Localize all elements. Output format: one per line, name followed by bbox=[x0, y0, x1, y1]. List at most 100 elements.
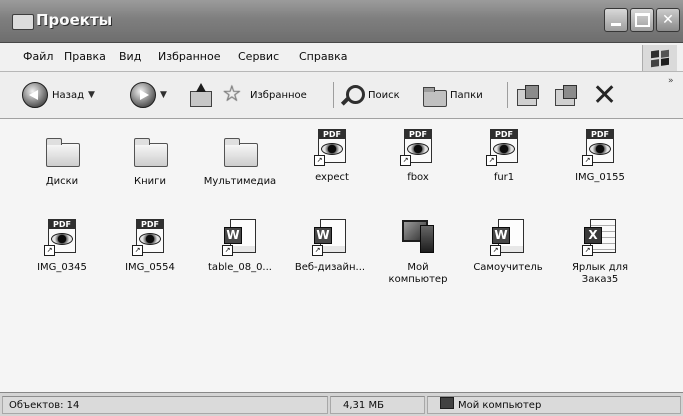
folder-icon bbox=[12, 14, 34, 30]
menu-edit[interactable]: Правка bbox=[64, 50, 106, 63]
explorer-window: Проекты ✕ Файл Правка Вид Избранное Серв… bbox=[0, 0, 683, 416]
word-shortcut-icon: ↗ bbox=[220, 217, 260, 257]
file-item[interactable]: ↗ Ярлык для Заказ5 bbox=[556, 217, 644, 286]
excel-shortcut-icon: ↗ bbox=[580, 217, 620, 257]
shortcut-arrow-icon: ↗ bbox=[314, 155, 325, 166]
menu-view[interactable]: Вид bbox=[119, 50, 141, 63]
file-item[interactable]: ↗ IMG_0554 bbox=[106, 217, 194, 274]
toolbar-separator bbox=[333, 82, 334, 108]
pdf-shortcut-icon: ↗ bbox=[484, 127, 524, 167]
folder-icon bbox=[42, 131, 82, 171]
up-folder-icon bbox=[188, 83, 212, 107]
status-size: 4,31 МБ bbox=[330, 396, 425, 414]
forward-arrow-icon bbox=[130, 82, 156, 108]
status-location-label: Мой компьютер bbox=[458, 400, 542, 411]
title-bar[interactable]: Проекты ✕ bbox=[0, 0, 683, 43]
up-folder-button[interactable] bbox=[188, 80, 212, 110]
folders-button[interactable]: Папки bbox=[422, 80, 483, 110]
windows-flag-icon bbox=[651, 48, 669, 68]
item-label: expect bbox=[315, 172, 349, 183]
chevron-down-icon[interactable]: ▼ bbox=[88, 90, 95, 100]
pdf-shortcut-icon: ↗ bbox=[312, 127, 352, 167]
back-label: Назад bbox=[52, 89, 85, 101]
move-to-button[interactable] bbox=[515, 80, 539, 110]
folder-icon bbox=[130, 131, 170, 171]
shortcut-arrow-icon: ↗ bbox=[312, 245, 323, 256]
shortcut-arrow-icon: ↗ bbox=[400, 155, 411, 166]
word-shortcut-icon: ↗ bbox=[488, 217, 528, 257]
file-view[interactable]: Диски Книги Мультимедиа ↗ expect ↗ fbox … bbox=[0, 119, 683, 392]
toolbar-separator bbox=[507, 82, 508, 108]
menu-tools[interactable]: Сервис bbox=[238, 50, 279, 63]
favorites-button[interactable]: ☆ Избранное bbox=[222, 80, 307, 110]
star-icon: ☆ bbox=[222, 82, 242, 107]
computer-item[interactable]: Мой компьютер bbox=[374, 217, 462, 286]
back-button[interactable]: Назад ▼ bbox=[22, 80, 95, 110]
shortcut-arrow-icon: ↗ bbox=[44, 245, 55, 256]
item-label: Ярлык для Заказ5 bbox=[571, 262, 629, 285]
item-label: Мой компьютер bbox=[388, 262, 448, 285]
delete-icon: ✕ bbox=[592, 78, 618, 113]
search-label: Поиск bbox=[368, 89, 400, 101]
file-item[interactable]: ↗ table_08_0... bbox=[196, 217, 284, 274]
forward-button[interactable]: ▼ bbox=[130, 80, 167, 110]
folder-icon bbox=[220, 131, 260, 171]
menu-favorites[interactable]: Избранное bbox=[158, 50, 220, 63]
menu-bar: Файл Правка Вид Избранное Сервис Справка bbox=[0, 43, 683, 72]
copy-to-button[interactable] bbox=[553, 80, 577, 110]
file-item[interactable]: ↗ IMG_0155 bbox=[556, 127, 644, 184]
shortcut-arrow-icon: ↗ bbox=[486, 155, 497, 166]
computer-icon bbox=[398, 217, 438, 257]
file-item[interactable]: ↗ fur1 bbox=[460, 127, 548, 184]
item-label: Мультимедиа bbox=[203, 176, 277, 187]
file-item[interactable]: ↗ expect bbox=[288, 127, 376, 184]
minimize-icon bbox=[611, 22, 621, 26]
pdf-shortcut-icon: ↗ bbox=[130, 217, 170, 257]
computer-icon bbox=[440, 397, 454, 409]
item-label: table_08_0... bbox=[208, 262, 272, 273]
favorites-label: Избранное bbox=[250, 89, 307, 101]
pdf-shortcut-icon: ↗ bbox=[42, 217, 82, 257]
window-title: Проекты bbox=[36, 11, 113, 29]
status-object-count: Объектов: 14 bbox=[2, 396, 328, 414]
item-label: fbox bbox=[407, 172, 429, 183]
item-label: Веб-дизайн... bbox=[294, 262, 366, 273]
close-icon: ✕ bbox=[662, 12, 674, 28]
folder-item[interactable]: Мультимедиа bbox=[196, 131, 284, 188]
folders-label: Папки bbox=[450, 89, 483, 101]
pdf-shortcut-icon: ↗ bbox=[398, 127, 438, 167]
status-bar: Объектов: 14 4,31 МБ Мой компьютер bbox=[0, 392, 683, 416]
chevron-down-icon[interactable]: ▼ bbox=[160, 90, 167, 100]
shortcut-arrow-icon: ↗ bbox=[132, 245, 143, 256]
item-label: IMG_0554 bbox=[125, 262, 175, 273]
move-to-icon bbox=[515, 83, 539, 107]
pdf-shortcut-icon: ↗ bbox=[580, 127, 620, 167]
toolbar: Назад ▼ ▼ ☆ Избранное Поиск Папки ✕ bbox=[0, 72, 683, 119]
minimize-button[interactable] bbox=[604, 8, 628, 32]
item-label: Диски bbox=[45, 176, 79, 187]
file-item[interactable]: ↗ fbox bbox=[374, 127, 462, 184]
menu-help[interactable]: Справка bbox=[299, 50, 347, 63]
file-item[interactable]: ↗ Веб-дизайн... bbox=[286, 217, 374, 274]
folders-icon bbox=[422, 83, 447, 107]
toolbar-overflow-chevron[interactable]: » bbox=[668, 76, 674, 86]
status-location: Мой компьютер bbox=[427, 396, 681, 414]
copy-to-icon bbox=[553, 83, 577, 107]
maximize-button[interactable] bbox=[630, 8, 654, 32]
menu-file[interactable]: Файл bbox=[23, 50, 53, 63]
file-item[interactable]: ↗ IMG_0345 bbox=[18, 217, 106, 274]
shortcut-arrow-icon: ↗ bbox=[582, 155, 593, 166]
search-button[interactable]: Поиск bbox=[340, 80, 400, 110]
file-item[interactable]: ↗ Самоучитель bbox=[464, 217, 552, 274]
item-label: IMG_0155 bbox=[575, 172, 625, 183]
folder-item[interactable]: Книги bbox=[106, 131, 194, 188]
close-button[interactable]: ✕ bbox=[656, 8, 680, 32]
delete-button[interactable]: ✕ bbox=[592, 78, 618, 113]
item-label: Книги bbox=[134, 176, 166, 187]
folder-item[interactable]: Диски bbox=[18, 131, 106, 188]
windows-logo bbox=[642, 45, 677, 71]
word-shortcut-icon: ↗ bbox=[310, 217, 350, 257]
shortcut-arrow-icon: ↗ bbox=[490, 245, 501, 256]
item-label: fur1 bbox=[493, 172, 515, 183]
item-label: Самоучитель bbox=[473, 262, 543, 273]
